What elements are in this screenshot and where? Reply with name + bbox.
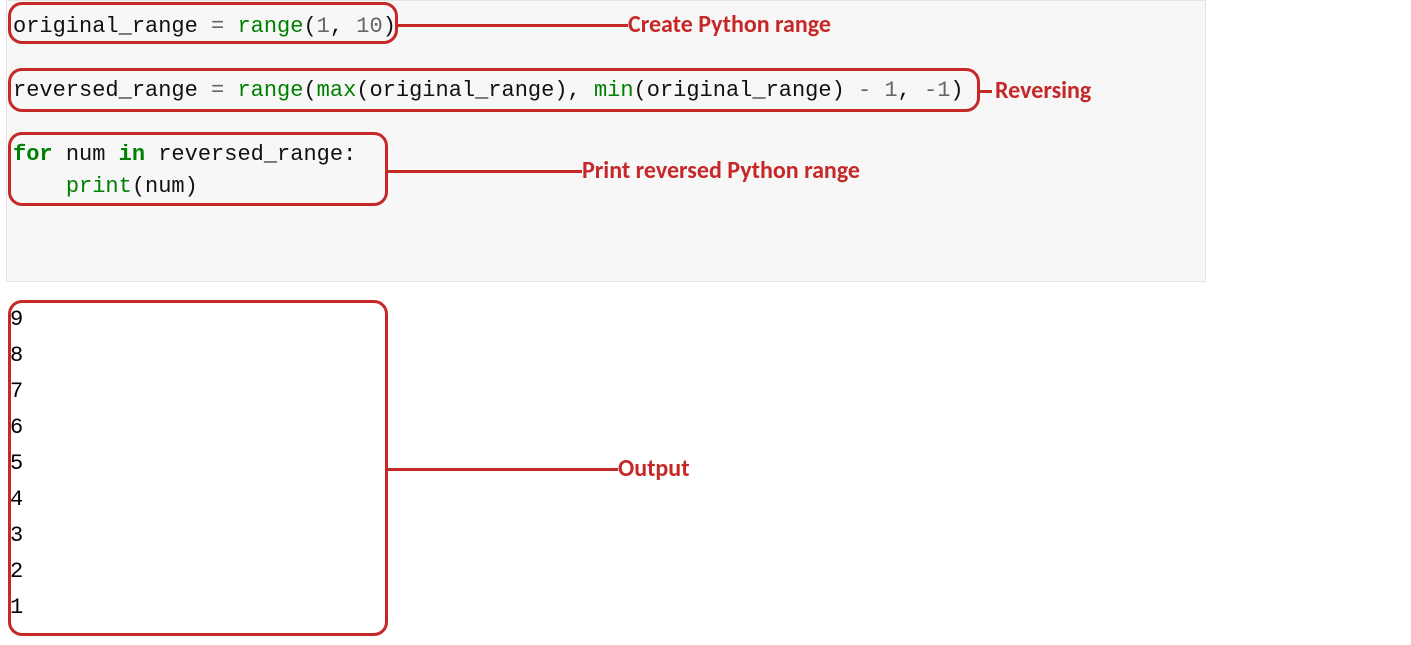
token-space [53,142,66,167]
token-variable: reversed_range [13,78,198,103]
output-line: 7 [10,374,23,410]
output-line: 4 [10,482,23,518]
code-panel: original_range = range(1, 10) reversed_r… [6,0,1206,282]
token-paren: ( [303,14,316,39]
token-paren: ( [356,78,369,103]
diagram-stage: original_range = range(1, 10) reversed_r… [0,0,1411,645]
token-variable: original_range [13,14,198,39]
output-panel: 9 8 7 6 5 4 3 2 1 [10,302,23,626]
connector-line [388,468,618,471]
token-indent [13,174,66,199]
token-operator: - [924,78,937,103]
token-variable: original_range [369,78,554,103]
annotation-output: Output [618,454,690,483]
token-space [145,142,158,167]
token-paren: ) [383,14,396,39]
token-keyword: for [13,142,53,167]
code-blank [13,107,1199,139]
output-line: 5 [10,446,23,482]
code-line-4: print(num) [13,171,1199,203]
token-builtin: max [317,78,357,103]
token-builtin: range [237,78,303,103]
token-builtin: print [66,174,132,199]
token-paren: ) [832,78,845,103]
code-line-1: original_range = range(1, 10) [13,11,1199,43]
token-paren: ) [554,78,567,103]
output-line: 8 [10,338,23,374]
output-line: 6 [10,410,23,446]
output-line: 3 [10,518,23,554]
token-comma: , [898,78,924,103]
token-paren: ) [185,174,198,199]
token-number: 1 [884,78,897,103]
token-builtin: min [594,78,634,103]
token-comma: , [330,14,356,39]
code-line-2: reversed_range = range(max(original_rang… [13,75,1199,107]
callout-box-output [8,300,388,636]
token-number: 1 [317,14,330,39]
token-comma: , [568,78,594,103]
token-colon: : [343,142,356,167]
token-paren: ( [303,78,316,103]
token-number: 1 [937,78,950,103]
token-number: 10 [356,14,382,39]
output-line: 9 [10,302,23,338]
token-operator: = [198,78,238,103]
token-paren: ) [950,78,963,103]
token-paren: ( [132,174,145,199]
token-operator: - [845,78,885,103]
token-builtin: range [237,14,303,39]
token-paren: ( [634,78,647,103]
code-line-3: for num in reversed_range: [13,139,1199,171]
token-keyword: in [119,142,145,167]
token-variable: original_range [647,78,832,103]
token-variable: reversed_range [158,142,343,167]
token-variable: num [66,142,106,167]
token-space [105,142,118,167]
output-line: 1 [10,590,23,626]
output-line: 2 [10,554,23,590]
token-operator: = [198,14,238,39]
code-blank [13,43,1199,75]
token-variable: num [145,174,185,199]
